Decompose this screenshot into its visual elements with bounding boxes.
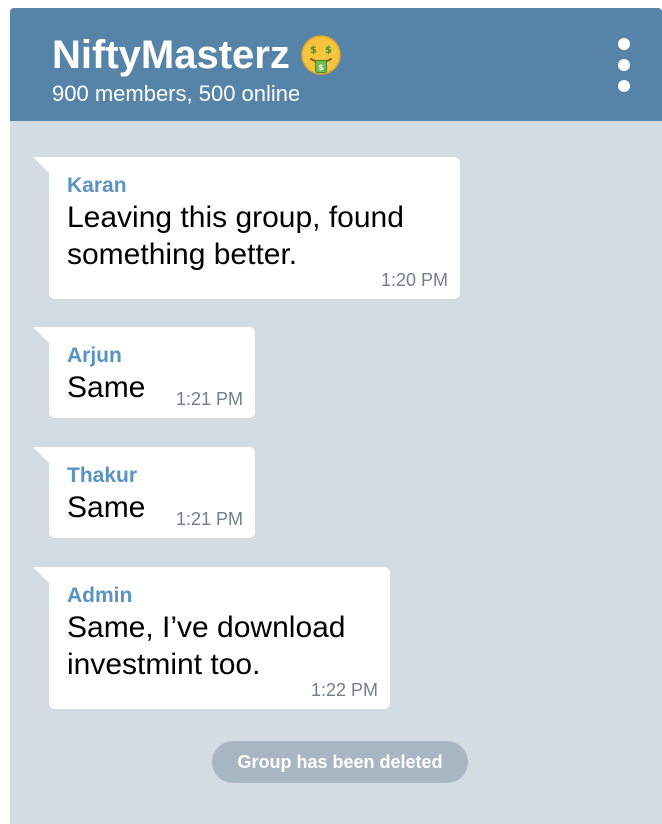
message-bubble[interactable]: Karan Leaving this group, found somethin… [33,157,460,299]
more-options-icon[interactable] [612,38,636,92]
svg-text:$: $ [318,63,324,72]
svg-text:$: $ [325,45,332,56]
message-text: Same, I’ve download investmint too. [67,611,346,681]
message-time: 1:21 PM [175,389,243,409]
message-bubble[interactable]: Arjun Same 1:21 PM [33,327,255,418]
group-title: NiftyMasterz $ $ $ [52,32,342,78]
chat-window: NiftyMasterz $ $ $ 900 members, 500 onli… [10,8,662,824]
svg-text:$: $ [310,45,317,56]
message-bubble[interactable]: Admin Same, I’ve download investmint too… [33,567,390,709]
message-sender[interactable]: Thakur [67,463,237,489]
group-member-count: 900 members, 500 online [52,81,301,106]
message-bubble[interactable]: Thakur Same 1:21 PM [33,447,255,538]
message-time: 1:22 PM [310,680,378,700]
message-time: 1:20 PM [380,270,448,290]
chat-header[interactable]: NiftyMasterz $ $ $ 900 members, 500 onli… [10,8,662,121]
service-message: Group has been deleted [212,741,468,783]
message-text: Leaving this group, found something bett… [67,201,404,271]
message-sender[interactable]: Arjun [67,343,237,369]
message-sender[interactable]: Admin [67,583,372,609]
message-time: 1:21 PM [175,509,243,529]
message-sender[interactable]: Karan [67,173,442,199]
group-name: NiftyMasterz [52,33,290,77]
money-mouth-face-icon: $ $ $ [301,35,341,75]
